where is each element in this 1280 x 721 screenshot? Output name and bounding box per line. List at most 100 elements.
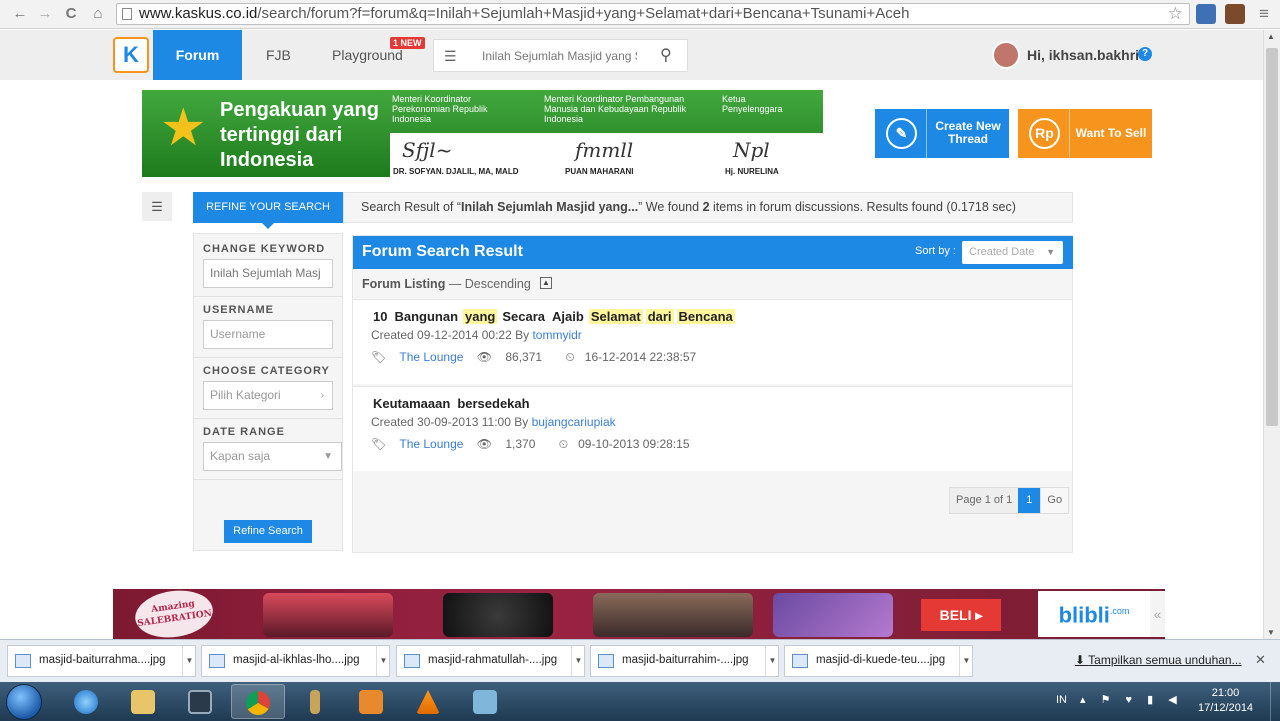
date-range-select[interactable]: Kapan saja ▼ bbox=[203, 442, 342, 471]
banner-col-3: Ketua Penyelenggara bbox=[722, 94, 783, 114]
thread-item[interactable]: 10 Bangunan yang Secara Ajaib Selamat dari Benc… bbox=[353, 299, 1072, 384]
media-player-icon bbox=[359, 690, 383, 714]
refine-search-tab[interactable]: REFINE YOUR SEARCH bbox=[193, 192, 343, 229]
title-word: Bangunan bbox=[394, 309, 459, 324]
windows-taskbar: IN ▴ ⚑ ♥ ▮ ◀ 21:00 17/12/2014 bbox=[0, 682, 1280, 721]
kaskus-logo[interactable]: K bbox=[113, 37, 149, 73]
banner-col-2: Menteri Koordinator Pembangunan Manusia … bbox=[544, 94, 687, 124]
scrollbar-thumb[interactable] bbox=[1266, 48, 1278, 426]
blibli-ad[interactable]: Amazing SALEBRATION BELI ▸ blibli.com « bbox=[113, 589, 1165, 639]
forward-icon[interactable]: → bbox=[35, 4, 55, 24]
bookmark-star-icon[interactable]: ☆ bbox=[1168, 4, 1183, 24]
download-item[interactable]: masjid-baiturrahim-....jpg ▼ bbox=[590, 645, 779, 677]
thread-author-link[interactable]: bujangcariupiak bbox=[532, 415, 616, 429]
category-select[interactable]: Pilih Kategori › bbox=[203, 381, 333, 410]
rupiah-icon: Rp bbox=[1029, 118, 1060, 149]
chevron-down-icon[interactable]: ▼ bbox=[765, 646, 779, 676]
beli-button[interactable]: BELI ▸ bbox=[921, 599, 1001, 631]
home-icon[interactable]: ⌂ bbox=[88, 4, 108, 24]
sidebar-toggle-icon[interactable]: ☰ bbox=[142, 192, 172, 221]
media-taskbar-button[interactable] bbox=[345, 684, 399, 719]
refine-search-button[interactable]: Refine Search bbox=[224, 520, 312, 543]
thread-title[interactable]: 10 Bangunan yang Secara Ajaib Selamat dari Benc… bbox=[371, 309, 738, 324]
explorer-taskbar-button[interactable] bbox=[117, 684, 171, 719]
divider bbox=[194, 479, 342, 480]
chevron-down-icon[interactable]: ▼ bbox=[376, 646, 390, 676]
chevron-down-icon[interactable]: ▼ bbox=[182, 646, 196, 676]
shoe-image bbox=[263, 593, 393, 637]
search-icon[interactable]: ⚲ bbox=[660, 45, 672, 65]
close-icon[interactable]: ✕ bbox=[1255, 652, 1266, 668]
scroll-down-icon[interactable]: ▼ bbox=[1267, 628, 1275, 637]
tray-icons[interactable]: ▴ ⚑ ♥ ▮ ◀ bbox=[1080, 693, 1183, 706]
clock[interactable]: 21:00 17/12/2014 bbox=[1198, 686, 1253, 716]
language-indicator[interactable]: IN bbox=[1056, 694, 1067, 706]
ie-taskbar-button[interactable] bbox=[60, 684, 114, 719]
start-button[interactable] bbox=[6, 684, 42, 720]
show-all-downloads-link[interactable]: ⬇ Tampilkan semua unduhan... bbox=[1075, 653, 1242, 667]
chevron-down-icon[interactable]: ▼ bbox=[571, 646, 585, 676]
thread-item[interactable]: Keutamaaan bersedekah Created 30-09-2013 … bbox=[353, 386, 1072, 471]
sort-select[interactable]: Created Date ▼ bbox=[962, 241, 1063, 264]
download-icon: ⬇ bbox=[1075, 653, 1089, 667]
app-taskbar-button[interactable] bbox=[459, 684, 513, 719]
clock-icon: ⏲ bbox=[565, 350, 575, 364]
page-scrollbar[interactable]: ▲ ▼ bbox=[1263, 30, 1280, 639]
tool-taskbar-button[interactable] bbox=[288, 684, 342, 719]
thread-stats: 🏷 The Lounge 👁 1,370 ⏲ 09-10-2013 09:28:1… bbox=[371, 437, 710, 452]
url-text[interactable]: www.kaskus.co.id/search/forum?f=forum&q=… bbox=[139, 5, 909, 22]
thread-category-link[interactable]: The Lounge bbox=[399, 437, 463, 451]
download-item[interactable]: masjid-baiturrahma....jpg ▼ bbox=[7, 645, 196, 677]
go-button[interactable]: Go bbox=[1040, 488, 1069, 513]
signatory-3: Hj. NURELINA bbox=[725, 167, 779, 176]
result-count: 2 bbox=[702, 200, 710, 214]
thread-stats: 🏷 The Lounge 👁 86,371 ⏲ 16-12-2014 22:38:… bbox=[371, 350, 716, 365]
thread-title[interactable]: Keutamaaan bersedekah bbox=[371, 396, 535, 411]
results-title: Forum Search Result bbox=[362, 243, 523, 260]
download-item[interactable]: masjid-al-ikhlas-lho....jpg ▼ bbox=[201, 645, 390, 677]
create-thread-button[interactable]: ✎ Create New Thread bbox=[875, 109, 1009, 158]
want-to-sell-button[interactable]: Rp Want To Sell bbox=[1018, 109, 1152, 158]
site-search[interactable]: ☰ Inilah Sejumlah Masjid yang S ⚲ bbox=[433, 39, 688, 72]
chrome-taskbar-button[interactable] bbox=[231, 684, 285, 719]
banner-ad[interactable]: ★ Pengakuan yang tertinggi dari Indonesi… bbox=[142, 90, 823, 177]
page-1-button[interactable]: 1 bbox=[1018, 488, 1041, 513]
search-input[interactable]: Inilah Sejumlah Masjid yang S bbox=[482, 49, 637, 63]
clock-icon: ⏲ bbox=[558, 437, 569, 451]
thread-category-link[interactable]: The Lounge bbox=[399, 350, 463, 364]
back-icon[interactable]: ← bbox=[10, 4, 30, 24]
show-desktop-button[interactable] bbox=[1270, 682, 1280, 721]
nav-forum[interactable]: Forum bbox=[153, 30, 242, 80]
vlc-taskbar-button[interactable] bbox=[402, 684, 456, 719]
image-file-icon bbox=[15, 654, 31, 668]
title-word: 10 bbox=[373, 309, 388, 324]
signature-1: Sfjl~ bbox=[402, 138, 453, 162]
download-shelf: masjid-baiturrahma....jpg ▼ masjid-al-ikh… bbox=[0, 639, 1280, 682]
collapse-ad-icon[interactable]: « bbox=[1150, 591, 1165, 637]
instagram-extension-icon[interactable] bbox=[1225, 4, 1245, 24]
image-file-icon bbox=[404, 654, 420, 668]
help-icon[interactable]: ? bbox=[1138, 47, 1152, 61]
keyword-input[interactable]: Inilah Sejumlah Masj bbox=[203, 259, 333, 288]
nav-fjb[interactable]: FJB bbox=[266, 30, 291, 80]
avatar[interactable] bbox=[992, 41, 1020, 69]
thread-author-link[interactable]: tommyidr bbox=[532, 328, 581, 342]
username-input[interactable]: Username bbox=[203, 320, 333, 349]
download-item[interactable]: masjid-rahmatullah-....jpg ▼ bbox=[396, 645, 585, 677]
listing-heading: Forum Listing — Descending bbox=[362, 277, 531, 291]
monitor-taskbar-button[interactable] bbox=[174, 684, 228, 719]
watch-image bbox=[593, 593, 753, 637]
reload-icon[interactable]: C bbox=[61, 4, 81, 24]
scroll-up-icon[interactable]: ▲ bbox=[1267, 32, 1275, 41]
extension-icon[interactable] bbox=[1196, 4, 1216, 24]
list-icon[interactable]: ☰ bbox=[444, 48, 457, 65]
blibli-logo: blibli.com bbox=[1038, 591, 1150, 637]
site-header: K Forum FJB Playground 1 NEW ☰ Inilah Se… bbox=[0, 30, 1263, 80]
address-bar[interactable]: www.kaskus.co.id/search/forum?f=forum&q=… bbox=[116, 3, 1190, 25]
user-greeting[interactable]: Hi, ikhsan.bakhri bbox=[1027, 47, 1139, 63]
download-item[interactable]: masjid-di-kuede-teu....jpg ▼ bbox=[784, 645, 973, 677]
chrome-menu-icon[interactable]: ≡ bbox=[1254, 4, 1274, 24]
chevron-down-icon[interactable]: ▼ bbox=[959, 646, 973, 676]
highlighted-keyword: dari bbox=[645, 309, 674, 324]
collapse-icon[interactable]: ▲ bbox=[540, 277, 552, 289]
